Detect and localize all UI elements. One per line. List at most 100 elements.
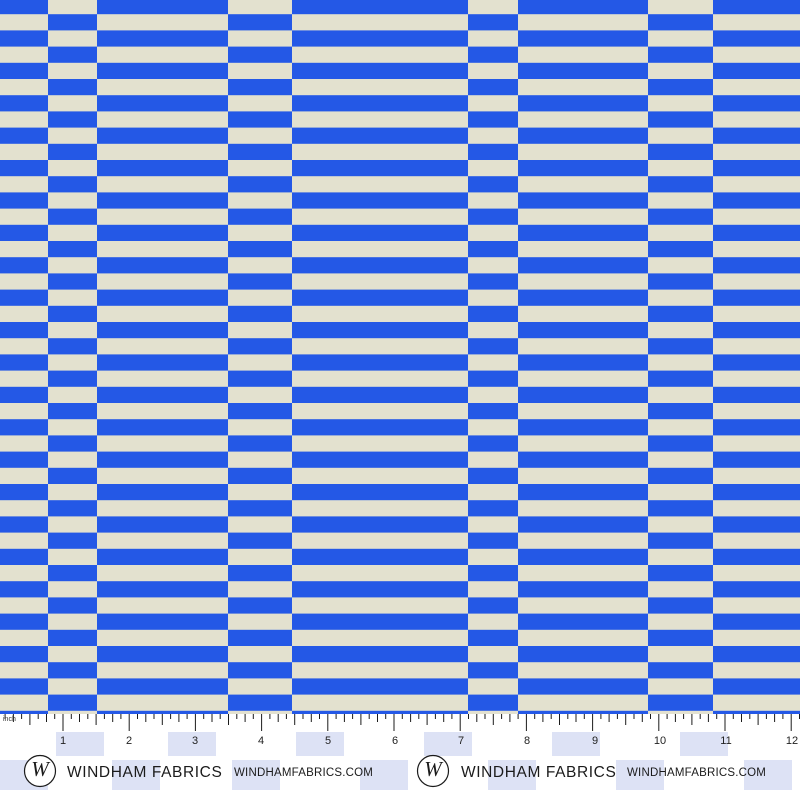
- blue-stripe-segment: [292, 192, 468, 209]
- blue-stripe-segment: [648, 143, 713, 160]
- stripe-pattern: [0, 0, 800, 714]
- blue-stripe-segment: [713, 484, 800, 501]
- blue-stripe-segment: [468, 467, 518, 484]
- blue-stripe-segment: [648, 208, 713, 225]
- blue-stripe-segment: [0, 581, 48, 598]
- blue-stripe-segment: [468, 338, 518, 355]
- blue-stripe-segment: [713, 646, 800, 663]
- blue-stripe-segment: [292, 322, 468, 339]
- blue-stripe-segment: [648, 273, 713, 290]
- blue-stripe-segment: [468, 305, 518, 322]
- blue-stripe-segment: [648, 532, 713, 549]
- ruler-number: 12: [785, 735, 799, 747]
- blue-stripe-segment: [228, 305, 292, 322]
- blue-stripe-segment: [518, 484, 648, 501]
- blue-stripe-segment: [0, 192, 48, 209]
- blue-stripe-segment: [0, 386, 48, 403]
- blue-stripe-segment: [48, 241, 97, 258]
- blue-stripe-segment: [228, 629, 292, 646]
- blue-stripe-segment: [518, 127, 648, 144]
- blue-stripe-segment: [713, 419, 800, 436]
- blue-stripe-segment: [518, 646, 648, 663]
- blue-stripe-segment: [228, 565, 292, 582]
- blue-stripe-segment: [648, 79, 713, 96]
- blue-stripe-segment: [713, 0, 800, 15]
- blue-stripe-segment: [468, 143, 518, 160]
- blue-stripe-segment: [518, 289, 648, 306]
- blue-stripe-segment: [518, 224, 648, 241]
- blue-stripe-segment: [48, 14, 97, 31]
- blue-stripe-segment: [48, 532, 97, 549]
- blue-stripe-segment: [713, 516, 800, 533]
- blue-stripe-segment: [468, 500, 518, 517]
- blue-stripe-segment: [228, 694, 292, 711]
- blue-stripe-segment: [292, 160, 468, 177]
- blue-stripe-segment: [518, 354, 648, 371]
- blue-stripe-segment: [48, 46, 97, 63]
- blue-stripe-segment: [518, 0, 648, 15]
- blue-stripe-segment: [648, 662, 713, 679]
- blue-stripe-segment: [292, 257, 468, 274]
- blue-stripe-segment: [48, 370, 97, 387]
- blue-stripe-segment: [0, 127, 48, 144]
- blue-stripe-segment: [97, 62, 228, 79]
- blue-stripe-segment: [97, 289, 228, 306]
- blue-stripe-segment: [292, 95, 468, 112]
- blue-stripe-segment: [518, 548, 648, 565]
- blue-stripe-segment: [292, 516, 468, 533]
- blue-stripe-segment: [468, 241, 518, 258]
- blue-stripe-segment: [713, 95, 800, 112]
- blue-stripe-segment: [97, 192, 228, 209]
- blue-stripe-segment: [48, 597, 97, 614]
- blue-stripe-segment: [468, 14, 518, 31]
- blue-stripe-segment: [97, 581, 228, 598]
- blue-stripe-segment: [228, 241, 292, 258]
- blue-stripe-segment: [97, 386, 228, 403]
- blue-stripe-segment: [292, 419, 468, 436]
- blue-stripe-segment: [648, 629, 713, 646]
- blue-stripe-segment: [0, 451, 48, 468]
- blue-stripe-segment: [468, 694, 518, 711]
- blue-stripe-segment: [0, 62, 48, 79]
- blue-stripe-segment: [713, 386, 800, 403]
- blue-stripe-segment: [48, 565, 97, 582]
- blue-stripe-segment: [97, 257, 228, 274]
- blue-stripe-segment: [48, 467, 97, 484]
- blue-stripe-segment: [228, 435, 292, 452]
- blue-stripe-segment: [468, 435, 518, 452]
- blue-stripe-segment: [518, 322, 648, 339]
- blue-stripe-segment: [48, 338, 97, 355]
- blue-stripe-segment: [292, 646, 468, 663]
- ruler-band-block: [296, 732, 344, 756]
- blue-stripe-segment: [468, 629, 518, 646]
- blue-stripe-segment: [292, 451, 468, 468]
- blue-stripe-segment: [518, 451, 648, 468]
- blue-stripe-segment: [228, 532, 292, 549]
- blue-stripe-segment: [228, 111, 292, 128]
- blue-stripe-segment: [0, 613, 48, 630]
- blue-stripe-segment: [648, 500, 713, 517]
- blue-stripe-segment: [228, 467, 292, 484]
- blue-stripe-segment: [648, 370, 713, 387]
- blue-stripe-segment: [648, 597, 713, 614]
- blue-stripe-segment: [48, 305, 97, 322]
- blue-stripe-segment: [97, 95, 228, 112]
- blue-stripe-segment: [48, 694, 97, 711]
- blue-stripe-segment: [48, 176, 97, 193]
- website-url: WINDHAMFABRICS.COM: [627, 767, 767, 779]
- blue-stripe-segment: [713, 678, 800, 695]
- blue-stripe-segment: [0, 95, 48, 112]
- blue-stripe-segment: [0, 484, 48, 501]
- blue-stripe-segment: [518, 678, 648, 695]
- blue-stripe-segment: [97, 419, 228, 436]
- blue-stripe-segment: [468, 176, 518, 193]
- blue-stripe-segment: [97, 160, 228, 177]
- blue-stripe-segment: [0, 160, 48, 177]
- blue-stripe-segment: [228, 208, 292, 225]
- blue-stripe-segment: [228, 403, 292, 420]
- fabric-swatch: [0, 0, 800, 714]
- blue-stripe-segment: [518, 192, 648, 209]
- blue-stripe-segment: [648, 176, 713, 193]
- blue-stripe-segment: [518, 613, 648, 630]
- blue-stripe-segment: [97, 451, 228, 468]
